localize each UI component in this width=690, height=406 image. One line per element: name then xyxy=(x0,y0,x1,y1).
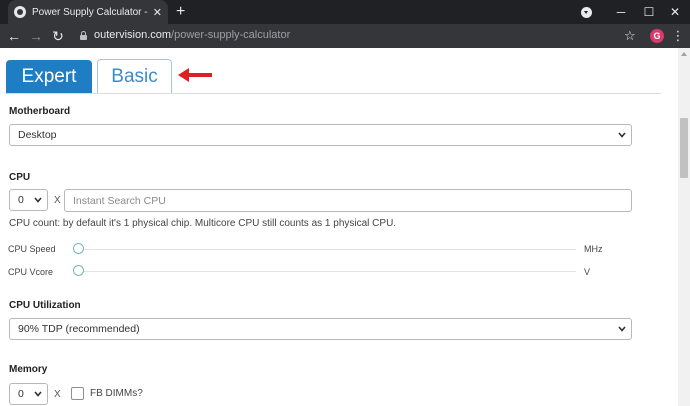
lock-icon xyxy=(80,31,87,40)
cpu-search-placeholder: Instant Search CPU xyxy=(73,194,166,207)
cpu-speed-label: CPU Speed xyxy=(8,244,56,254)
url-path: /power-supply-calculator xyxy=(171,29,291,41)
cpu-utilization-select[interactable]: 90% TDP (recommended) xyxy=(9,318,632,340)
memory-label: Memory xyxy=(9,364,48,375)
browser-tab[interactable]: Power Supply Calculator - PSU C ✕ xyxy=(8,0,168,24)
star-icon[interactable]: ☆ xyxy=(624,24,636,48)
browser-title-bar: Power Supply Calculator - PSU C ✕ + ─ ☐ … xyxy=(0,0,690,24)
cpu-speed-unit: MHz xyxy=(584,244,603,254)
page-content: Expert Basic Motherboard Desktop CPU 0 X… xyxy=(0,48,678,406)
cpu-vcore-slider-track[interactable] xyxy=(78,271,576,272)
profile-avatar[interactable]: G xyxy=(650,29,664,43)
forward-arrow-icon[interactable]: → xyxy=(26,24,46,48)
url-text: outervision.com/power-supply-calculator xyxy=(94,29,290,41)
motherboard-label: Motherboard xyxy=(9,106,71,117)
motherboard-select-value: Desktop xyxy=(18,129,57,141)
red-arrow-annotation-icon xyxy=(178,68,212,82)
chevron-down-icon xyxy=(618,132,626,138)
cpu-multiplier: X xyxy=(54,195,61,206)
cpu-search-input[interactable]: Instant Search CPU xyxy=(64,189,632,212)
memory-count-value: 0 xyxy=(18,388,24,400)
cpu-count-value: 0 xyxy=(18,194,24,206)
browser-toolbar: ← → ↻ outervision.com/power-supply-calcu… xyxy=(0,24,690,48)
close-icon[interactable]: ✕ xyxy=(660,0,690,24)
cpu-vcore-label: CPU Vcore xyxy=(8,267,54,277)
memory-multiplier: X xyxy=(54,389,61,400)
cpu-count-hint: CPU count: by default it's 1 physical ch… xyxy=(9,218,397,229)
cpu-label: CPU xyxy=(9,172,31,183)
fb-dimms-checkbox[interactable] xyxy=(71,387,84,400)
cpu-speed-slider-track[interactable] xyxy=(78,249,576,250)
scroll-up-arrow-icon[interactable] xyxy=(681,52,687,56)
media-control-icon[interactable] xyxy=(581,7,592,18)
tab-basic[interactable]: Basic xyxy=(97,59,172,94)
scrollbar-thumb[interactable] xyxy=(680,118,688,178)
memory-count-select[interactable]: 0 xyxy=(9,383,48,405)
tabs-divider xyxy=(5,93,661,94)
cpu-vcore-slider-handle[interactable] xyxy=(73,265,84,276)
tab-title: Power Supply Calculator - PSU C xyxy=(32,6,149,18)
new-tab-button[interactable]: + xyxy=(176,2,185,22)
reload-icon[interactable]: ↻ xyxy=(48,24,68,48)
chevron-down-icon xyxy=(34,197,42,203)
fb-dimms-label: FB DIMMs? xyxy=(90,388,143,399)
kebab-menu-icon[interactable]: ⋮ xyxy=(672,24,685,48)
url-host: outervision.com xyxy=(94,29,172,41)
chevron-down-icon xyxy=(34,391,42,397)
tab-close-icon[interactable]: ✕ xyxy=(153,6,162,19)
cpu-vcore-unit: V xyxy=(584,267,591,277)
motherboard-select[interactable]: Desktop xyxy=(9,124,632,146)
back-arrow-icon[interactable]: ← xyxy=(4,24,24,48)
page-scrollbar[interactable] xyxy=(678,48,690,406)
cpu-utilization-label: CPU Utilization xyxy=(9,300,81,311)
site-favicon-icon xyxy=(14,6,26,18)
minimize-icon[interactable]: ─ xyxy=(606,0,636,24)
chevron-down-icon xyxy=(618,326,626,332)
cpu-utilization-value: 90% TDP (recommended) xyxy=(18,323,140,335)
cpu-count-select[interactable]: 0 xyxy=(9,189,48,211)
tab-expert[interactable]: Expert xyxy=(6,60,92,93)
address-bar[interactable]: outervision.com/power-supply-calculator xyxy=(72,27,642,45)
cpu-speed-slider-handle[interactable] xyxy=(73,243,84,254)
